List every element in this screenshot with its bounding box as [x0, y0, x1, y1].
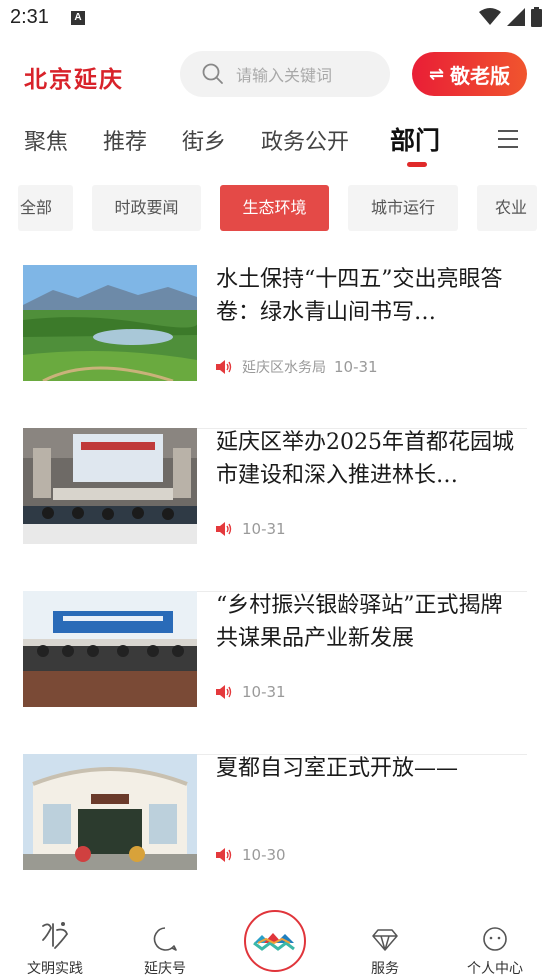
tab-streets[interactable]: 街乡 [182, 124, 226, 156]
calligraphy-icon [42, 922, 69, 949]
news-thumbnail [23, 754, 197, 870]
search-input[interactable]: 请输入关键词 [180, 51, 390, 97]
switch-icon: ⇌ [428, 63, 445, 85]
signal-icon [507, 8, 525, 26]
nav-label: 个人中心 [467, 961, 523, 977]
news-title: 夏都自习室正式开放—— [216, 756, 459, 781]
diamond-icon [372, 929, 398, 951]
nav-civilization[interactable]: 文明实践 [15, 916, 95, 978]
tab-departments[interactable]: 部门 [390, 121, 440, 157]
wifi-icon [479, 8, 501, 25]
news-item[interactable]: 夏都自习室正式开放—— 10-30 [23, 754, 527, 918]
brand-logo: 北京延庆 [24, 66, 124, 93]
news-meta: 10-31 [216, 520, 286, 538]
news-date: 10-31 [334, 358, 378, 376]
speaker-icon [216, 848, 232, 862]
search-placeholder: 请输入关键词 [236, 66, 333, 85]
status-time: 2:31 [10, 6, 49, 28]
subtab-politics[interactable]: 时政要闻 [92, 185, 201, 231]
news-title: 水土保持“十四五”交出亮眼答卷：绿水青山间书写… [216, 267, 503, 325]
news-thumbnail [23, 428, 197, 544]
nav-label: 服务 [371, 961, 399, 977]
news-meta: 延庆区水务局 10-31 [216, 357, 378, 377]
tab-focus[interactable]: 聚焦 [24, 124, 68, 156]
news-thumbnail [23, 265, 197, 381]
news-source: 延庆区水务局 [242, 360, 326, 376]
app-header: 北京延庆 请输入关键词 ⇌ 敬老版 [0, 48, 550, 100]
news-date: 10-30 [242, 846, 286, 864]
news-title: “乡村振兴银龄驿站”正式揭牌 共谋果品产业新发展 [216, 593, 503, 651]
speaker-icon [216, 522, 232, 536]
news-item[interactable]: 延庆区举办2025年首都花园城市建设和深入推进林长… 10-31 [23, 428, 527, 592]
tab-recommend[interactable]: 推荐 [103, 124, 147, 156]
chat-bubble-icon [153, 927, 177, 951]
notification-icon: A [71, 11, 85, 25]
sub-category-tabs: 全部 时政要闻 生态环境 城市运行 农业 [0, 185, 550, 231]
news-item[interactable]: “乡村振兴银龄驿站”正式揭牌 共谋果品产业新发展 10-31 [23, 591, 527, 755]
subtab-ecology[interactable]: 生态环境 [220, 185, 329, 231]
nav-yanqing-hao[interactable]: 延庆号 [125, 916, 205, 978]
news-thumbnail [23, 591, 197, 707]
face-icon [483, 927, 507, 951]
news-date: 10-31 [242, 683, 286, 701]
subtab-city-ops[interactable]: 城市运行 [348, 185, 458, 231]
mountain-logo-icon [253, 933, 295, 951]
nav-services[interactable]: 服务 [345, 916, 425, 978]
nav-profile[interactable]: 个人中心 [455, 916, 535, 978]
elder-mode-label: 敬老版 [450, 63, 511, 88]
category-tabs: 聚焦 推荐 街乡 政务公开 部门 [0, 112, 550, 168]
nav-label: 文明实践 [27, 961, 83, 977]
news-meta: 10-30 [216, 846, 286, 864]
news-date: 10-31 [242, 520, 286, 538]
speaker-icon [216, 685, 232, 699]
nav-home-center[interactable] [244, 910, 306, 972]
nav-label: 延庆号 [144, 961, 186, 977]
tab-gov-affairs[interactable]: 政务公开 [261, 124, 349, 156]
subtab-agriculture[interactable]: 农业 [477, 185, 537, 231]
bottom-nav: 文明实践 延庆号 服务 个人中心 [0, 898, 550, 979]
news-title: 延庆区举办2025年首都花园城市建设和深入推进林长… [216, 430, 514, 488]
elder-mode-button[interactable]: ⇌ 敬老版 [412, 52, 527, 96]
speaker-icon [216, 360, 232, 374]
menu-icon[interactable] [498, 130, 518, 148]
news-item[interactable]: 水土保持“十四五”交出亮眼答卷：绿水青山间书写… 延庆区水务局 10-31 [23, 265, 527, 429]
status-icons [479, 7, 542, 27]
active-tab-indicator [407, 162, 427, 167]
subtab-all[interactable]: 全部 [18, 185, 73, 231]
battery-icon [531, 7, 542, 27]
status-bar: 2:31 A [0, 0, 550, 36]
news-meta: 10-31 [216, 683, 286, 701]
search-icon [202, 63, 223, 84]
